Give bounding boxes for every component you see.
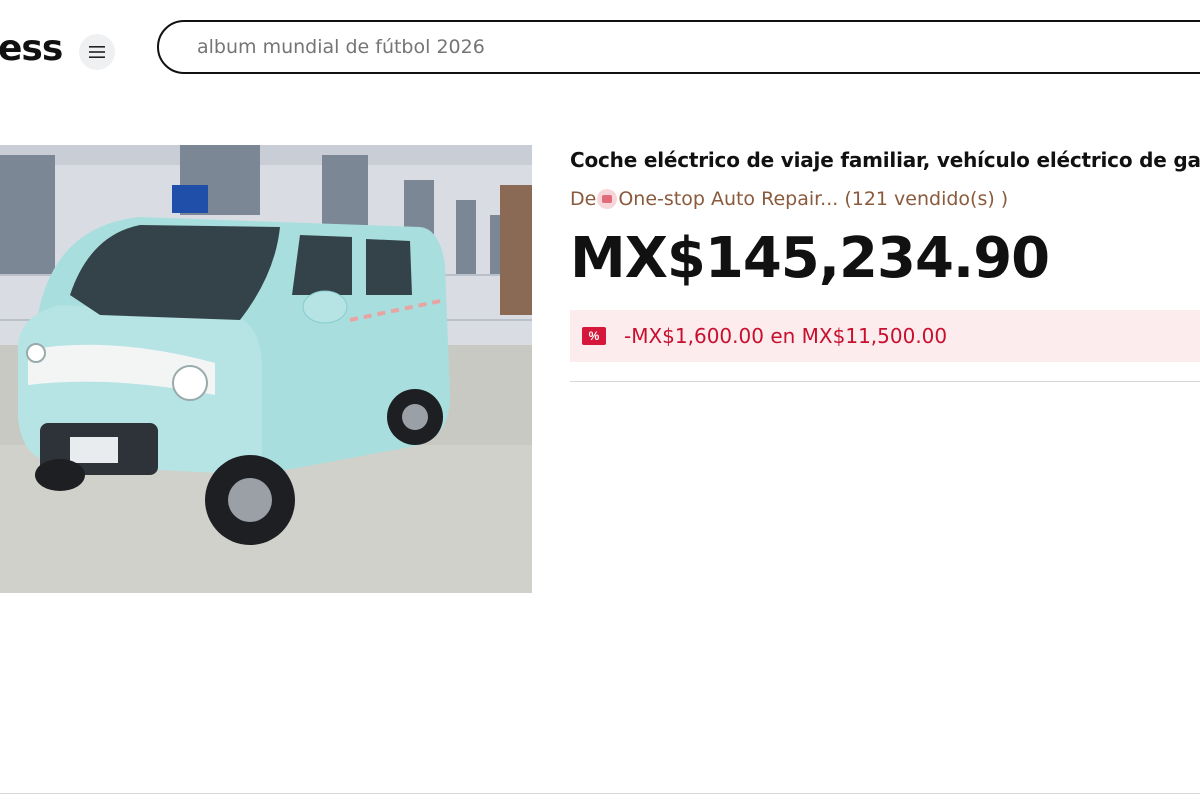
product-title: Coche eléctrico de viaje familiar, vehíc…: [570, 148, 1200, 172]
store-icon: [597, 189, 618, 209]
menu-button[interactable]: [79, 34, 115, 70]
section-divider: [570, 381, 1200, 382]
search-input[interactable]: [195, 35, 1099, 59]
sold-count: (121 vendido(s) ): [844, 188, 1009, 210]
coupon-icon: %: [582, 327, 606, 345]
store-info[interactable]: De One-stop Auto Repair... (121 vendido(…: [570, 188, 1008, 210]
bottom-divider: [0, 793, 1200, 794]
coupon-text: -MX$1,600.00 en MX$11,500.00: [624, 324, 948, 348]
hamburger-menu-icon: [89, 46, 105, 58]
store-name-link[interactable]: One-stop Auto Repair...: [618, 188, 838, 210]
search-bar[interactable]: [157, 20, 1200, 74]
brand-logo[interactable]: ess: [0, 28, 63, 69]
coupon-banner[interactable]: % -MX$1,600.00 en MX$11,500.00: [570, 310, 1200, 362]
electric-van-photo: [0, 145, 532, 593]
store-prefix: De: [570, 188, 597, 210]
product-image[interactable]: [0, 145, 532, 593]
product-price: MX$145,234.90: [570, 226, 1050, 291]
